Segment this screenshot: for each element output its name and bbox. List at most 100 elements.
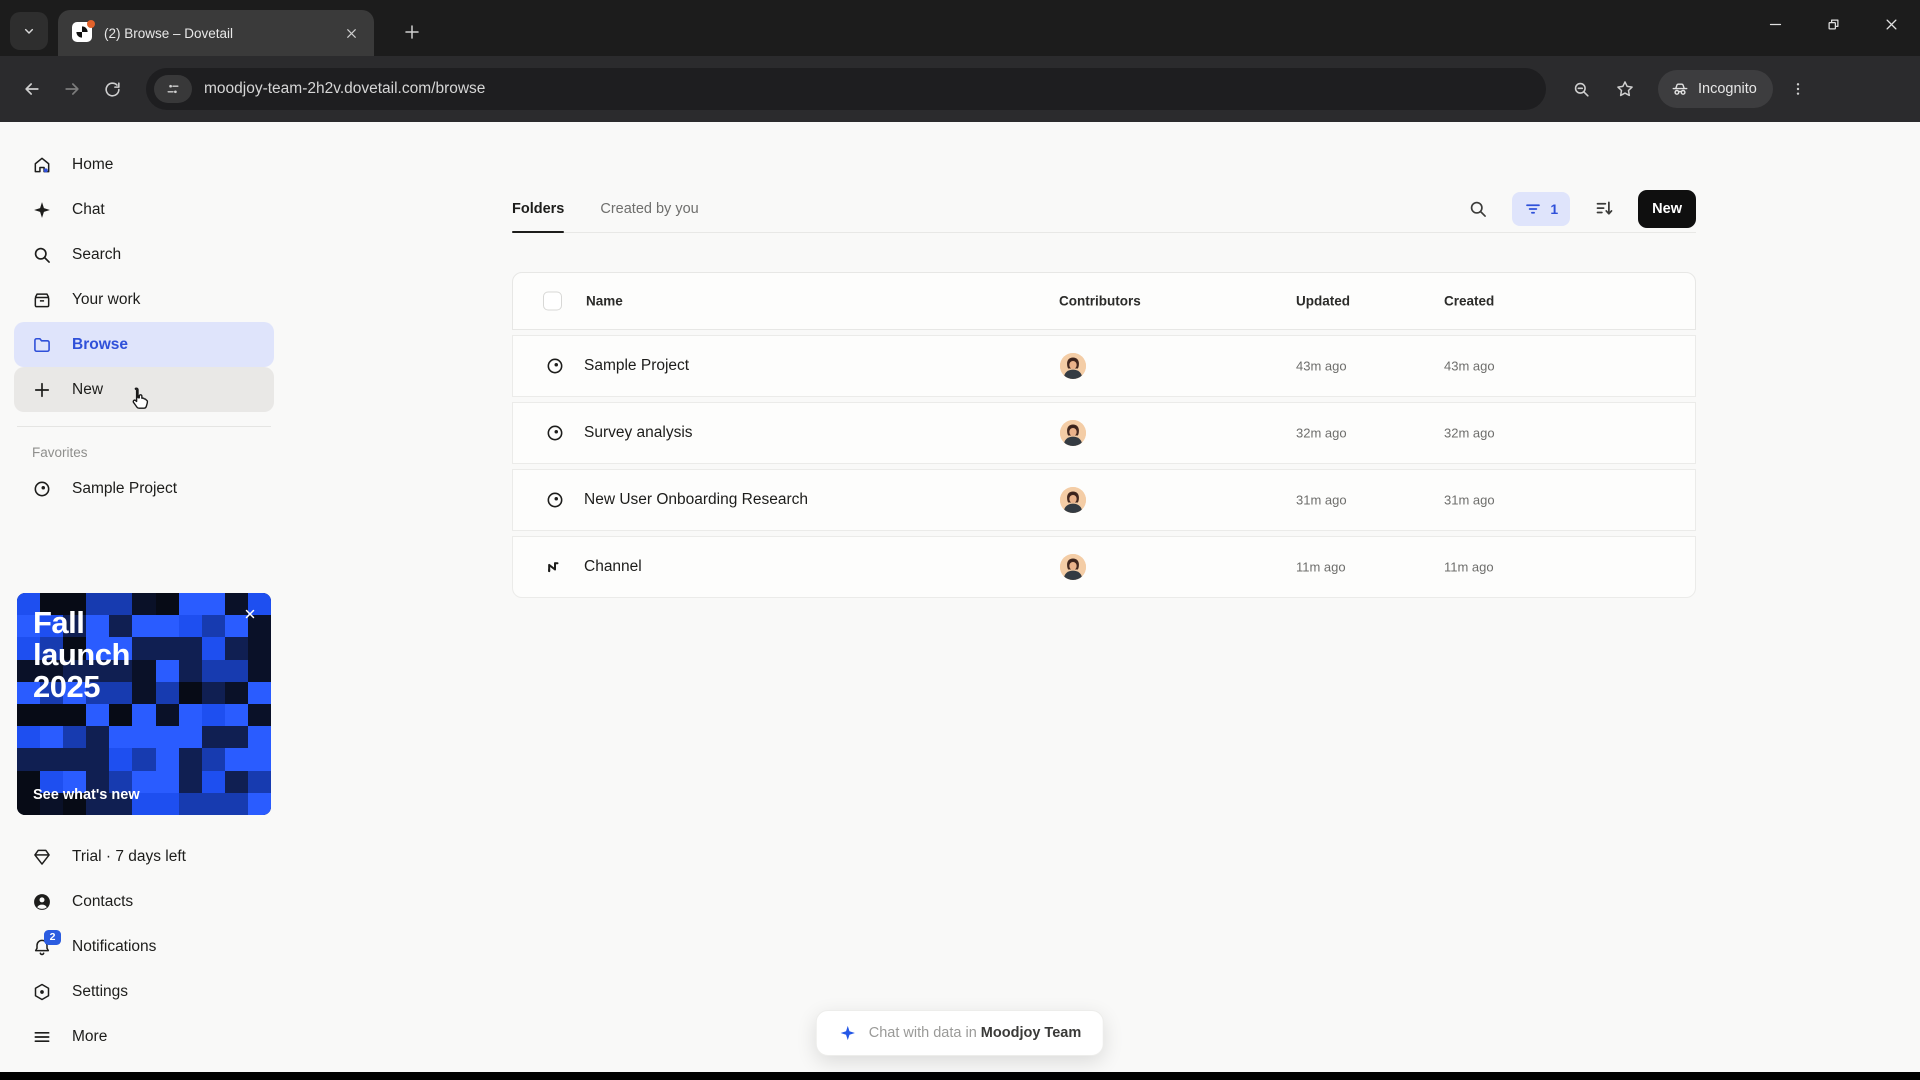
column-header-contributors[interactable]: Contributors bbox=[1059, 294, 1141, 309]
sparkle-icon bbox=[32, 200, 52, 220]
sidebar-divider bbox=[17, 426, 271, 427]
incognito-icon bbox=[1672, 83, 1688, 95]
sidebar-item-label: Your work bbox=[72, 290, 141, 308]
promo-card[interactable]: Fall launch 2025 See what's new bbox=[17, 593, 271, 815]
bookmark-button[interactable] bbox=[1606, 70, 1644, 108]
contributor-avatar[interactable] bbox=[1060, 554, 1086, 580]
promo-close-button[interactable] bbox=[239, 603, 261, 625]
restore-icon bbox=[1828, 19, 1838, 29]
column-header-created[interactable]: Created bbox=[1444, 294, 1494, 309]
sidebar-item-search[interactable]: Search bbox=[14, 232, 274, 277]
table-row[interactable]: New User Onboarding Research 31m ago 31m… bbox=[512, 469, 1696, 531]
team-name: Moodjoy Team bbox=[980, 1025, 1082, 1041]
row-updated: 43m ago bbox=[1296, 358, 1347, 374]
tab-label: Created by you bbox=[600, 200, 699, 217]
row-name: Sample Project bbox=[584, 357, 690, 374]
back-button[interactable] bbox=[12, 69, 52, 109]
sidebar-item-label: Search bbox=[72, 245, 122, 263]
close-window-button[interactable] bbox=[1862, 0, 1920, 48]
row-created: 32m ago bbox=[1444, 425, 1495, 441]
chat-pill-text: Chat with data in Moodjoy Team bbox=[869, 1025, 1081, 1041]
close-icon bbox=[245, 609, 255, 619]
sidebar-item-settings[interactable]: Settings bbox=[14, 969, 274, 1014]
close-icon bbox=[1886, 19, 1896, 29]
sort-button[interactable] bbox=[1587, 192, 1621, 226]
project-target-icon bbox=[545, 490, 565, 510]
bell-icon: 2 bbox=[32, 929, 61, 957]
contributor-avatar[interactable] bbox=[1060, 487, 1086, 513]
url-bar[interactable]: moodjoy-team-2h2v.dovetail.com/browse bbox=[146, 68, 1546, 110]
favorite-item-label: Sample Project bbox=[72, 479, 178, 497]
filter-button[interactable]: 1 bbox=[1512, 191, 1571, 226]
row-name: Channel bbox=[584, 558, 642, 575]
sidebar-item-label: Trial · 7 days left bbox=[72, 847, 186, 865]
favorite-item-sample-project[interactable]: Sample Project bbox=[14, 466, 274, 511]
zoom-button[interactable] bbox=[1562, 70, 1600, 108]
table-row[interactable]: Survey analysis 32m ago 32m ago bbox=[512, 402, 1696, 464]
sidebar-item-label: Browse bbox=[72, 335, 128, 353]
contributor-avatar[interactable] bbox=[1060, 420, 1086, 446]
table-row[interactable]: Sample Project 43m ago 43m ago bbox=[512, 335, 1696, 397]
sidebar-item-label: New bbox=[72, 380, 104, 398]
tab-search-button[interactable] bbox=[10, 12, 48, 50]
tab-label: Folders bbox=[512, 200, 565, 217]
sidebar-item-label: Notifications bbox=[72, 937, 157, 955]
sidebar-item-browse[interactable]: Browse bbox=[14, 322, 274, 367]
window-controls bbox=[1746, 0, 1920, 48]
select-all-checkbox[interactable] bbox=[543, 291, 562, 311]
sidebar-item-label: Contacts bbox=[72, 892, 134, 910]
row-created: 31m ago bbox=[1444, 492, 1495, 508]
sidebar-item-more[interactable]: More bbox=[14, 1014, 274, 1059]
sidebar-item-home[interactable]: Home bbox=[14, 142, 274, 187]
new-tab-button[interactable] bbox=[396, 16, 428, 48]
new-folder-button[interactable]: New bbox=[1638, 189, 1696, 228]
zoom-out-icon bbox=[1574, 82, 1589, 97]
gem-icon bbox=[32, 847, 52, 867]
site-controls-button[interactable] bbox=[154, 75, 192, 103]
browse-header: Folders Created by you 1 New bbox=[512, 185, 1696, 233]
tab-close-button[interactable] bbox=[340, 22, 362, 44]
sidebar-item-notifications[interactable]: 2 Notifications bbox=[14, 924, 274, 969]
restore-button[interactable] bbox=[1804, 0, 1862, 48]
tab-folders[interactable]: Folders bbox=[512, 185, 565, 233]
contact-icon bbox=[32, 892, 52, 912]
menu-lines-icon bbox=[32, 1027, 52, 1047]
tab-title: (2) Browse – Dovetail bbox=[104, 25, 234, 41]
dovetail-app: Home Chat Search Your work Browse New Fa… bbox=[0, 122, 1920, 1072]
work-drawer-icon bbox=[32, 290, 52, 310]
table-row[interactable]: Channel 11m ago 11m ago bbox=[512, 536, 1696, 598]
plus-icon bbox=[405, 25, 419, 39]
minimize-button[interactable] bbox=[1746, 0, 1804, 48]
browser-tab[interactable]: (2) Browse – Dovetail bbox=[58, 10, 374, 56]
project-target-icon bbox=[545, 356, 565, 376]
sidebar-item-label: Chat bbox=[72, 200, 105, 218]
column-header-updated[interactable]: Updated bbox=[1296, 294, 1350, 309]
sidebar-item-new[interactable]: New bbox=[14, 367, 274, 412]
chevron-down-icon bbox=[24, 28, 34, 34]
sidebar-item-contacts[interactable]: Contacts bbox=[14, 879, 274, 924]
contributor-avatar[interactable] bbox=[1060, 353, 1086, 379]
table-header: Name Contributors Updated Created bbox=[512, 272, 1696, 330]
sparkle-icon bbox=[840, 1025, 855, 1041]
reload-button[interactable] bbox=[92, 69, 132, 109]
notification-dot bbox=[87, 20, 95, 28]
back-icon bbox=[25, 83, 39, 95]
home-icon bbox=[32, 155, 52, 175]
search-icon bbox=[1471, 201, 1487, 217]
row-updated: 11m ago bbox=[1296, 559, 1346, 575]
forward-icon bbox=[65, 83, 79, 95]
notifications-badge: 2 bbox=[44, 929, 61, 945]
sidebar-item-chat[interactable]: Chat bbox=[14, 187, 274, 232]
chat-with-data-button[interactable]: Chat with data in Moodjoy Team bbox=[815, 1010, 1105, 1056]
promo-link[interactable]: See what's new bbox=[33, 787, 140, 803]
incognito-badge[interactable]: Incognito bbox=[1658, 70, 1773, 108]
sidebar-item-trial[interactable]: Trial · 7 days left bbox=[14, 834, 274, 879]
tab-created-by-you[interactable]: Created by you bbox=[600, 185, 698, 232]
chat-prefix: Chat with data in bbox=[868, 1025, 977, 1041]
search-button[interactable] bbox=[1461, 192, 1495, 226]
forward-button[interactable] bbox=[52, 69, 92, 109]
filter-icon bbox=[1526, 203, 1541, 214]
browser-menu-button[interactable] bbox=[1779, 70, 1817, 108]
sidebar-item-your-work[interactable]: Your work bbox=[14, 277, 274, 322]
column-header-name[interactable]: Name bbox=[586, 294, 623, 309]
